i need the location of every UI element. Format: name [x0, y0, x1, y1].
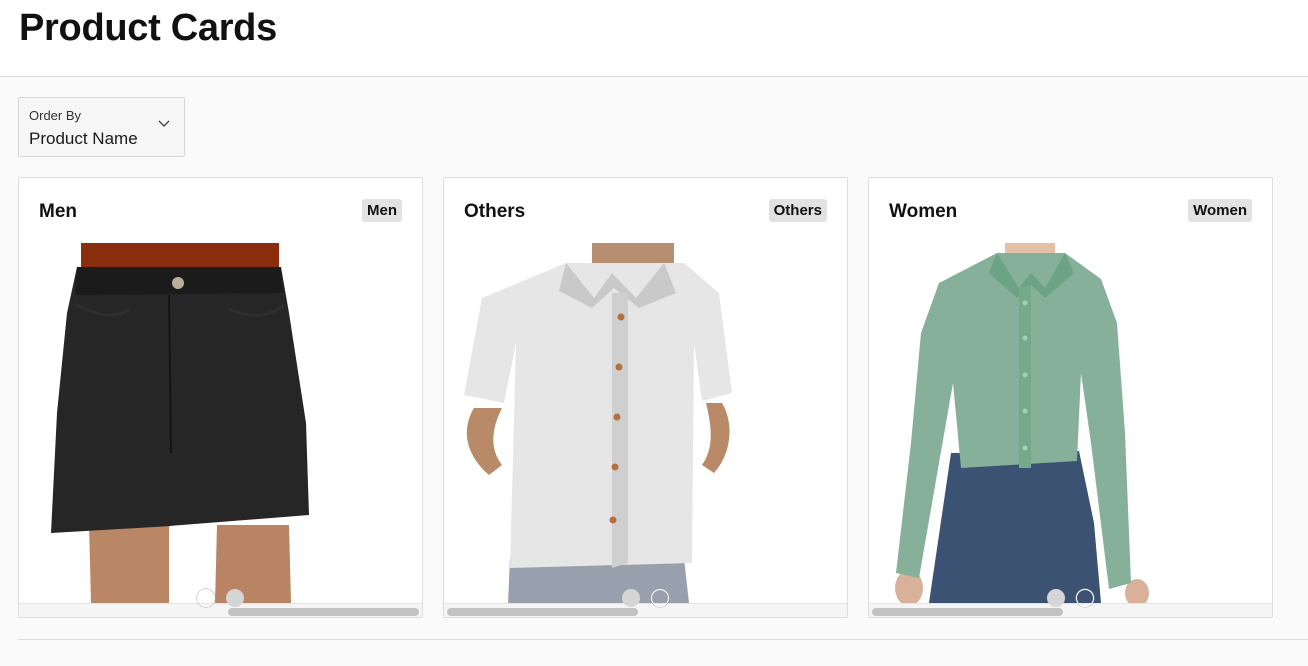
chevron-down-icon [158, 120, 170, 127]
card-title: Men [39, 201, 77, 222]
order-by-label: Order By [29, 108, 82, 123]
carousel-dot-1[interactable] [197, 589, 215, 607]
card-title: Others [464, 201, 526, 222]
category-badge: Others [768, 199, 827, 222]
scrollbar-thumb[interactable] [447, 608, 638, 616]
order-by-select[interactable]: Order By Product Name [18, 97, 185, 157]
shirt-product-photo[interactable] [444, 243, 847, 603]
carousel-dot-1[interactable] [1047, 589, 1065, 607]
page-title: Product Cards [19, 7, 277, 49]
shorts-product-photo[interactable] [19, 243, 422, 603]
carousel-dot-1[interactable] [622, 589, 640, 607]
carousel-dot-2[interactable] [651, 589, 669, 607]
horizontal-scrollbar[interactable] [444, 603, 847, 617]
product-card-others[interactable]: Others Others [443, 177, 848, 618]
horizontal-scrollbar[interactable] [19, 603, 422, 617]
scrollbar-thumb[interactable] [872, 608, 1063, 616]
product-card-women[interactable]: Women Women [868, 177, 1273, 618]
carousel-dot-2[interactable] [1076, 589, 1094, 607]
page-header: Product Cards [0, 0, 1308, 77]
bottom-divider [18, 639, 1308, 640]
card-title: Women [889, 201, 958, 222]
carousel-dot-2[interactable] [226, 589, 244, 607]
blouse-product-photo[interactable] [869, 243, 1272, 603]
category-badge: Men [362, 199, 402, 222]
order-by-value: Product Name [29, 129, 138, 148]
scrollbar-thumb[interactable] [228, 608, 419, 616]
horizontal-scrollbar[interactable] [869, 603, 1272, 617]
category-badge: Women [1188, 199, 1252, 222]
product-card-men[interactable]: Men Men [18, 177, 423, 618]
